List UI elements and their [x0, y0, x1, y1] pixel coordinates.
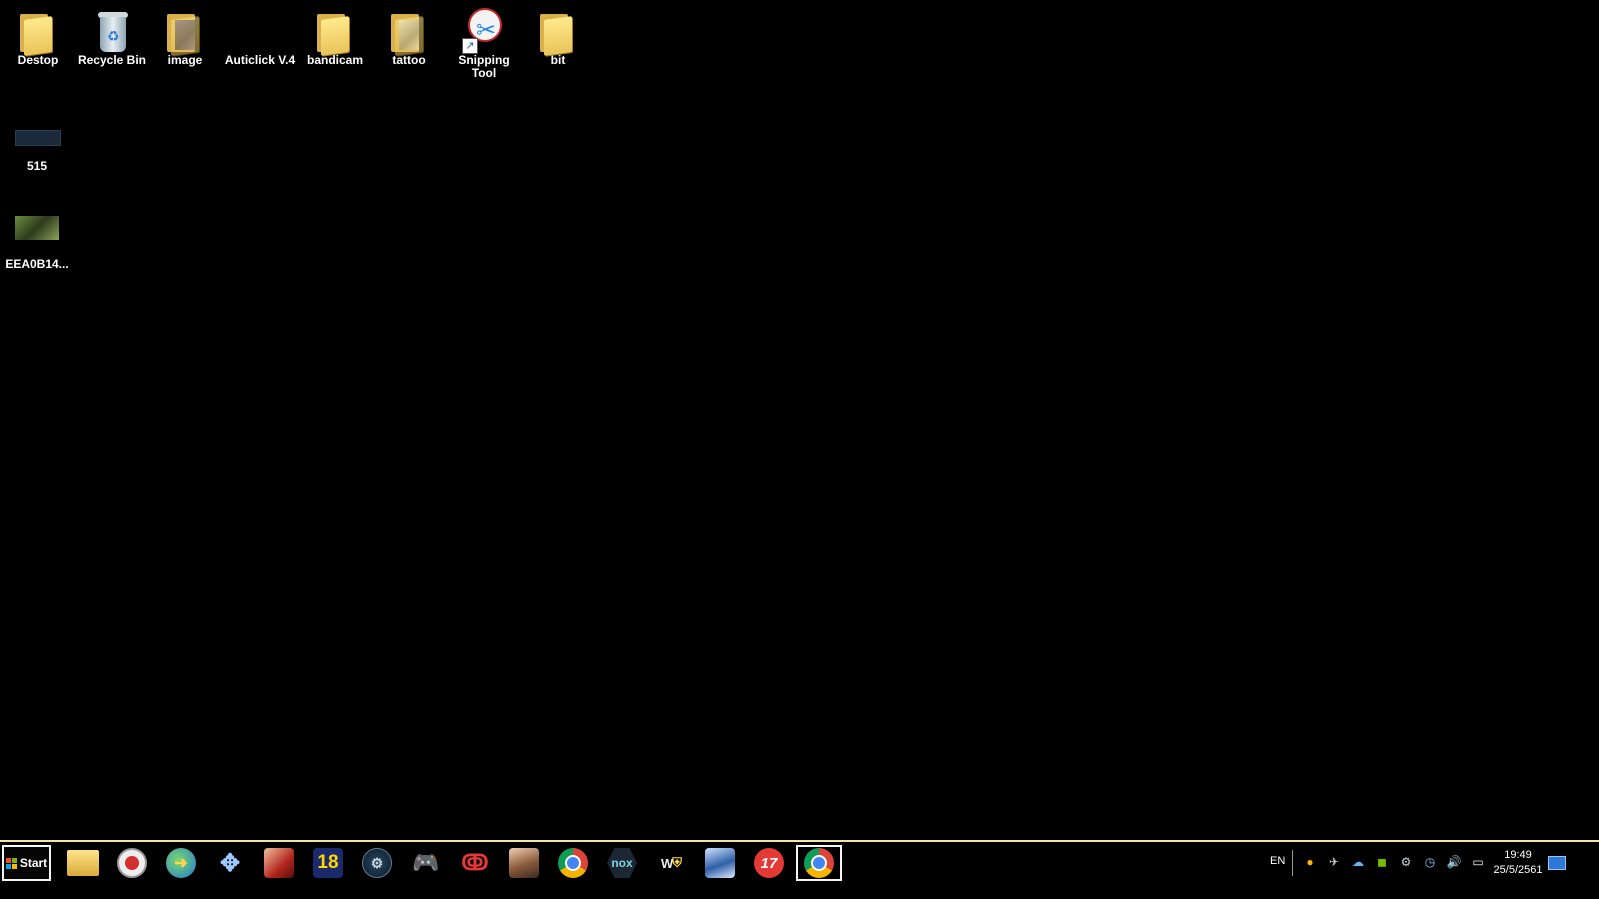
desktop-icon-tattoo[interactable]: tattoo	[371, 4, 447, 67]
pes17-icon: 17	[754, 848, 784, 878]
desktop-icon-label: Snipping Tool	[458, 53, 510, 80]
clock-time: 19:49	[1504, 849, 1532, 861]
shortcut-arrow-icon: ↗	[462, 38, 478, 54]
wwe-icon: W ⛨	[660, 855, 682, 871]
steam-tray-icon[interactable]: ⚙	[1398, 854, 1414, 870]
network-icon[interactable]: ▭	[1470, 854, 1486, 870]
clock[interactable]: 19:49 25/5/2561	[1486, 848, 1550, 878]
windows-logo-icon	[5, 857, 17, 869]
taskbar-wwe-game[interactable]: W ⛨	[651, 846, 691, 880]
globe-download-icon: ➜	[166, 848, 196, 878]
taskbar-psp-emulator[interactable]: ✥	[210, 846, 250, 880]
language-indicator[interactable]: EN	[1270, 855, 1285, 867]
desktop-icon-label: Destop	[17, 53, 59, 67]
application-icon	[236, 4, 284, 52]
show-desktop-button[interactable]	[1548, 856, 1566, 870]
start-label: Start	[19, 856, 48, 870]
taskbar-file-explorer[interactable]	[63, 846, 103, 880]
garena-icon: ↂ	[461, 850, 489, 875]
folder-icon	[14, 4, 62, 56]
norton-icon[interactable]: ●	[1302, 854, 1318, 870]
nvidia-icon[interactable]: ◼	[1374, 854, 1390, 870]
taskbar-game-app[interactable]	[259, 846, 299, 880]
cloud-icon[interactable]: ☁	[1350, 854, 1366, 870]
football-icon	[705, 848, 735, 878]
clock-date: 25/5/2561	[1493, 864, 1543, 876]
desktop-icon-destop[interactable]: Destop	[0, 4, 76, 67]
recycle-bin-icon: ♻	[88, 4, 136, 52]
desktop-icon-recycle-bin[interactable]: ♻ Recycle Bin	[74, 4, 150, 67]
pes-text: 17	[760, 854, 778, 872]
desktop-icon-label: Auticlick V.4	[224, 53, 296, 67]
desktop-icon-label: image	[167, 53, 203, 67]
scissors-icon: ✂ ↗	[460, 4, 508, 54]
folder-icon	[385, 4, 433, 56]
folder-icon	[161, 4, 209, 56]
chrome-icon	[804, 848, 834, 878]
desktop-icon-auticlick[interactable]: Auticlick V.4	[222, 4, 298, 67]
taskbar-chrome-profile-active[interactable]	[796, 845, 842, 881]
taskbar: Start ➜ ✥ 18 ⚙ 🎮 ↂ nox W ⛨ 17 EN ● ✈ ☁ ◼…	[0, 840, 1599, 882]
desktop-icon-label: 515	[26, 159, 48, 173]
taskbar-steam[interactable]: ⚙	[357, 846, 397, 880]
game-portrait-icon	[264, 848, 294, 878]
taskbar-google-chrome[interactable]	[553, 846, 593, 880]
network-off-icon[interactable]: ✈	[1326, 854, 1342, 870]
clock-tray-icon[interactable]: ◷	[1422, 854, 1438, 870]
desktop-icon-label: bit	[550, 53, 566, 67]
desktop-icon-label: bandicam	[306, 53, 363, 67]
badge-text: 18	[317, 852, 339, 873]
nox-text: nox	[611, 856, 633, 870]
taskbar-internet-download-manager[interactable]: ➜	[161, 846, 201, 880]
taskbar-game-character-app[interactable]	[504, 846, 544, 880]
number-badge-icon: 18	[313, 848, 343, 878]
start-button[interactable]: Start	[2, 845, 51, 881]
desktop-icon-eea0b14[interactable]: EEA0B14...	[0, 208, 75, 271]
taskbar-garena[interactable]: ↂ	[455, 846, 495, 880]
character-icon	[509, 848, 539, 878]
gamepad-icon: 🎮	[412, 850, 440, 875]
taskbar-pes-17[interactable]: 17	[749, 846, 789, 880]
volume-icon[interactable]: 🔊	[1446, 854, 1462, 870]
taskbar-screen-recorder[interactable]	[112, 846, 152, 880]
image-thumbnail-icon	[13, 110, 61, 158]
taskbar-nox-player[interactable]: nox	[602, 846, 642, 880]
taskbar-fifa-game[interactable]	[700, 846, 740, 880]
desktop-icon-bandicam[interactable]: bandicam	[297, 4, 373, 67]
psp-icon: ✥	[219, 849, 241, 877]
folder-icon	[67, 850, 99, 876]
desktop-icon-label: Recycle Bin	[77, 53, 147, 67]
desktop-icon-515[interactable]: 515	[0, 110, 75, 173]
desktop-icon-label: EEA0B14...	[5, 257, 69, 271]
taskbar-gamepad-app[interactable]: 🎮	[406, 846, 446, 880]
folder-icon	[311, 4, 359, 56]
record-icon	[117, 848, 147, 878]
desktop-icon-label: tattoo	[392, 53, 426, 67]
folder-icon	[534, 4, 582, 56]
tray-separator	[1292, 850, 1293, 876]
taskbar-game-18[interactable]: 18	[308, 846, 348, 880]
desktop: Destop ♻ Recycle Bin image Auticlick V.4…	[0, 0, 1599, 856]
image-thumbnail-icon	[13, 208, 61, 256]
desktop-icon-bit[interactable]: bit	[520, 4, 596, 67]
chrome-icon	[558, 848, 588, 878]
desktop-icon-snipping-tool[interactable]: ✂ ↗ Snipping Tool	[446, 4, 522, 80]
desktop-icon-image[interactable]: image	[147, 4, 223, 67]
nox-icon: nox	[607, 848, 637, 878]
steam-icon: ⚙	[362, 848, 392, 878]
